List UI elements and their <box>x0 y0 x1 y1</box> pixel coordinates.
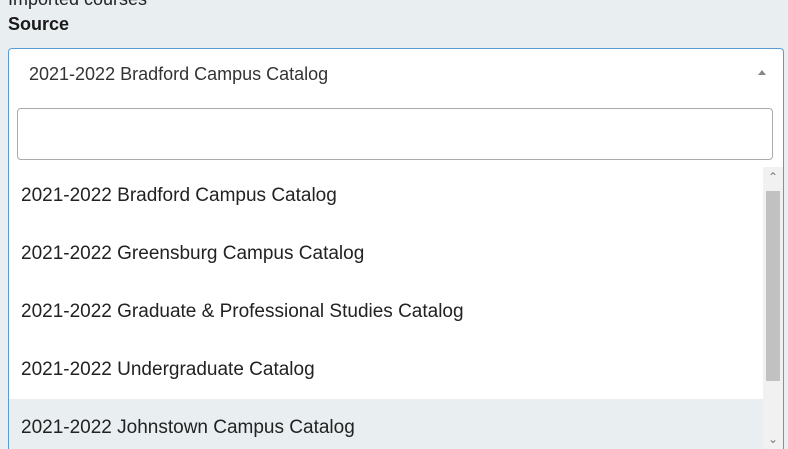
option-graduate-professional-catalog[interactable]: 2021-2022 Graduate & Professional Studie… <box>9 283 763 341</box>
source-select[interactable]: 2021-2022 Bradford Campus Catalog <box>8 48 784 98</box>
scroll-up-icon[interactable]: ⌃ <box>763 167 783 187</box>
source-dropdown: 2021-2022 Bradford Campus Catalog 2021-2… <box>8 97 784 449</box>
caret-up-icon[interactable] <box>758 70 766 75</box>
dropdown-search-input[interactable] <box>17 108 773 160</box>
previous-field-text: Imported courses <box>8 0 147 10</box>
scroll-down-icon[interactable]: ⌄ <box>763 429 783 449</box>
source-label: Source <box>8 14 70 34</box>
option-johnstown-catalog[interactable]: 2021-2022 Johnstown Campus Catalog <box>9 399 763 449</box>
option-greensburg-catalog[interactable]: 2021-2022 Greensburg Campus Catalog <box>9 225 763 283</box>
option-bradford-catalog[interactable]: 2021-2022 Bradford Campus Catalog <box>9 167 763 225</box>
option-undergraduate-catalog[interactable]: 2021-2022 Undergraduate Catalog <box>9 341 763 399</box>
dropdown-search-wrapper <box>17 108 773 160</box>
dropdown-scrollbar[interactable]: ⌃ ⌄ <box>763 167 783 449</box>
scrollbar-thumb[interactable] <box>766 191 780 381</box>
source-select-value: 2021-2022 Bradford Campus Catalog <box>29 64 329 84</box>
dropdown-options-list: 2021-2022 Bradford Campus Catalog 2021-2… <box>9 167 763 449</box>
